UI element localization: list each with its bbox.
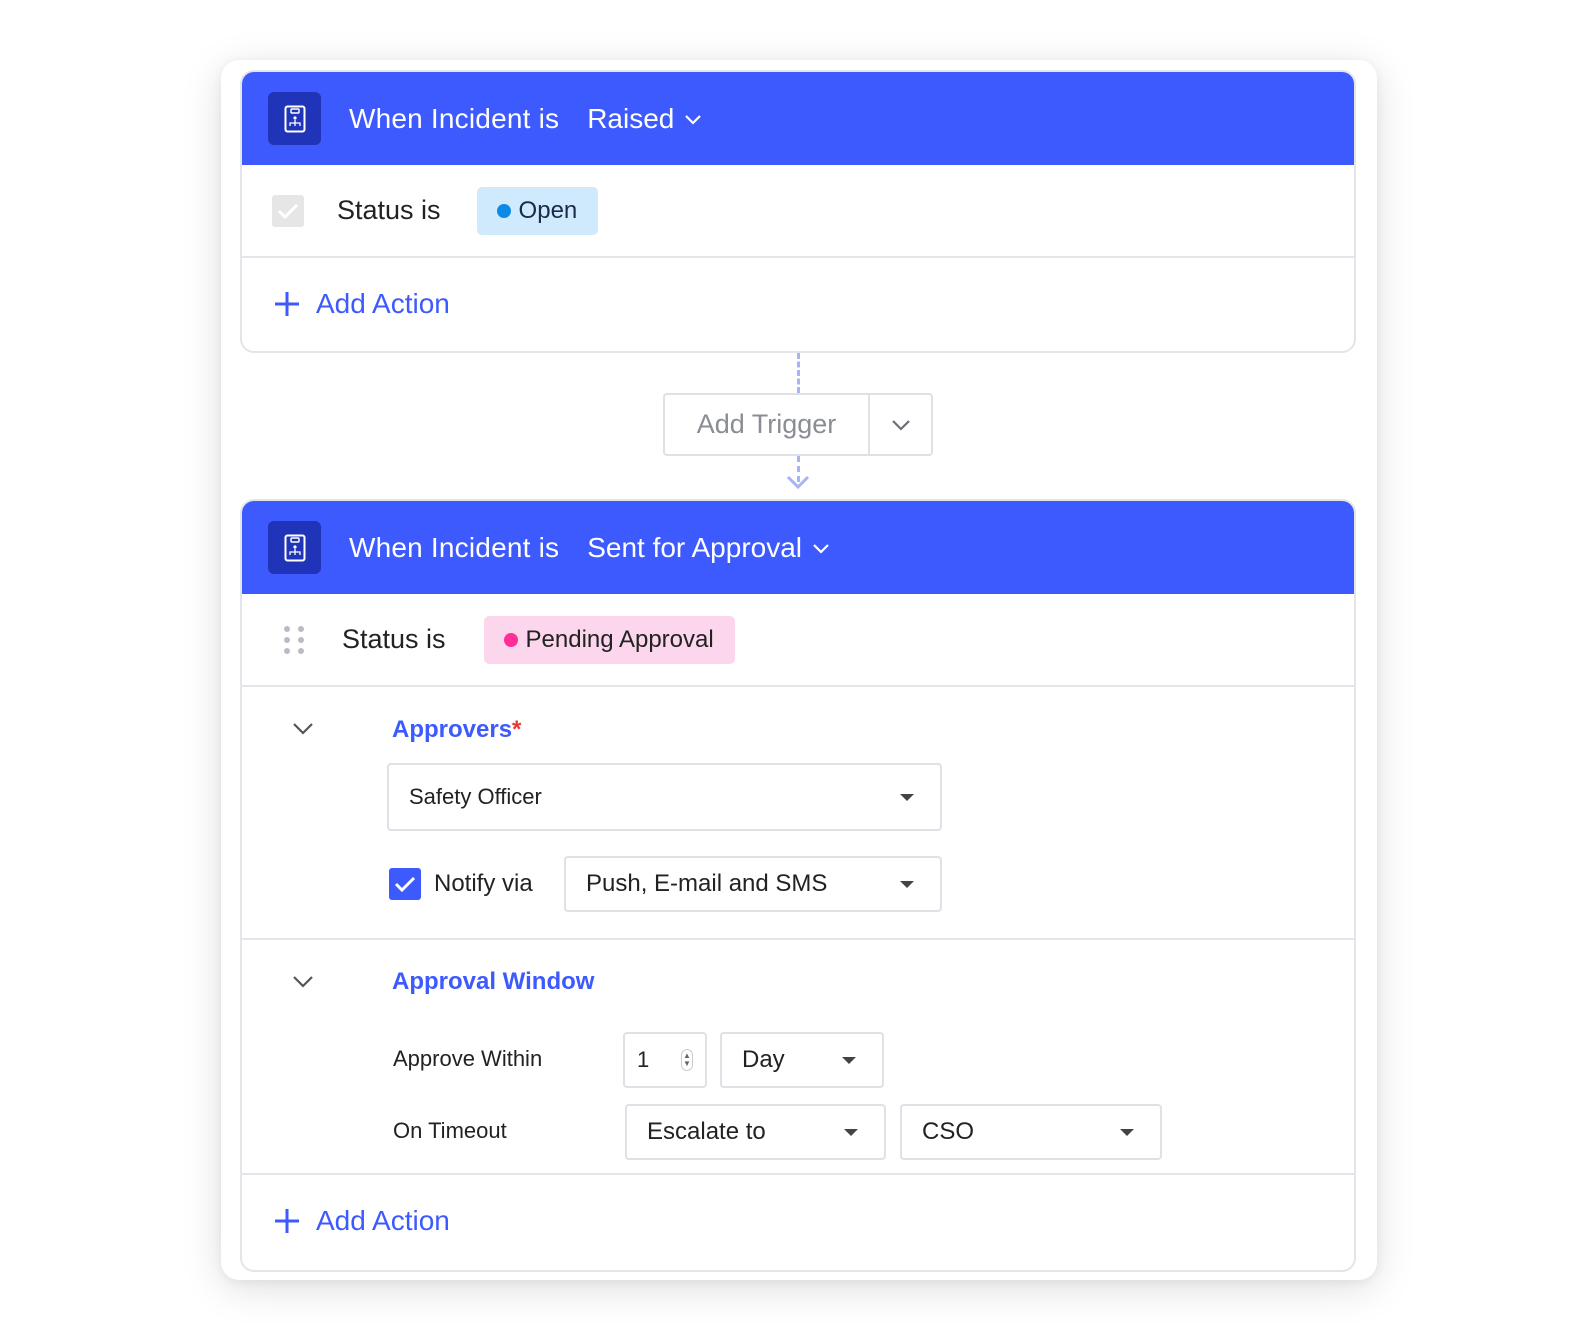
approvers-select[interactable]: Safety Officer: [387, 763, 942, 831]
approvers-title-text: Approvers: [392, 716, 513, 743]
caret-down-icon: [900, 794, 914, 801]
plus-icon: [275, 292, 299, 316]
on-timeout-action-select[interactable]: Escalate to: [625, 1104, 886, 1160]
trigger-header-text: When Incident is: [349, 531, 560, 563]
connector-line: [797, 353, 800, 393]
status-checkbox[interactable]: [272, 194, 304, 227]
trigger-state-value: Sent for Approval: [587, 531, 803, 563]
status-label: Status is: [342, 624, 446, 654]
approval-window-title: Approval Window: [392, 968, 595, 995]
number-spinner-icon[interactable]: ▲ ▼: [681, 1049, 693, 1071]
trigger-header-text: When Incident is: [349, 102, 560, 134]
chevron-down-icon: [685, 114, 702, 125]
caret-down-icon: [1120, 1129, 1134, 1136]
approvers-section: Approvers* Safety Officer Notify via Pus…: [242, 687, 1354, 940]
approvers-select-value: Safety Officer: [409, 784, 542, 809]
chevron-down-icon: [891, 419, 910, 431]
status-condition-row: Status is Pending Approval: [242, 594, 1354, 687]
add-trigger-split-button: Add Trigger: [663, 393, 933, 456]
add-action-label: Add Action: [316, 1205, 450, 1236]
add-trigger-dropdown[interactable]: [870, 395, 931, 454]
notify-checkbox[interactable]: [389, 868, 421, 900]
notify-channel-select[interactable]: Push, E-mail and SMS: [564, 856, 942, 912]
notify-channel-value: Push, E-mail and SMS: [586, 870, 828, 897]
on-timeout-target-value: CSO: [922, 1118, 975, 1145]
incident-document-icon: [268, 521, 321, 574]
trigger-header: When Incident is Sent for Approval: [242, 501, 1354, 594]
check-icon: [277, 203, 299, 219]
notify-label: Notify via: [434, 870, 533, 897]
plus-icon: [275, 1209, 299, 1233]
caret-down-icon: [900, 881, 914, 888]
status-dot-icon: [496, 203, 511, 218]
arrow-down-icon: [786, 475, 810, 490]
approvers-title: Approvers*: [392, 716, 521, 744]
add-action-button[interactable]: Add Action: [242, 1175, 1354, 1267]
status-dot-icon: [503, 632, 518, 647]
add-action-button[interactable]: Add Action: [242, 258, 1354, 350]
trigger-card-raised: When Incident is Raised Status is Open A…: [240, 70, 1356, 353]
status-label: Status is: [337, 195, 441, 225]
status-chip-label: Pending Approval: [525, 625, 714, 653]
add-trigger-button[interactable]: Add Trigger: [665, 395, 870, 454]
trigger-state-value: Raised: [587, 102, 675, 134]
chevron-down-icon[interactable]: [292, 975, 314, 989]
incident-document-icon: [268, 92, 321, 145]
trigger-card-approval: When Incident is Sent for Approval Statu…: [240, 499, 1356, 1272]
approve-within-unit-select[interactable]: Day: [720, 1032, 884, 1088]
approve-within-input[interactable]: 1 ▲ ▼: [623, 1032, 707, 1088]
drag-handle-icon[interactable]: [284, 625, 304, 654]
required-mark: *: [512, 716, 522, 743]
approval-window-section: Approval Window Approve Within 1 ▲ ▼ Day …: [242, 940, 1354, 1175]
trigger-header: When Incident is Raised: [242, 72, 1354, 165]
on-timeout-label: On Timeout: [393, 1118, 507, 1143]
status-condition-row: Status is Open: [242, 165, 1354, 258]
approve-within-label: Approve Within: [393, 1046, 543, 1071]
status-chip-open[interactable]: Open: [476, 186, 599, 235]
trigger-state-dropdown[interactable]: Sent for Approval: [587, 532, 830, 564]
add-action-label: Add Action: [316, 288, 450, 319]
trigger-state-dropdown[interactable]: Raised: [587, 103, 702, 135]
approve-within-value: 1: [637, 1047, 650, 1072]
caret-down-icon: [842, 1057, 856, 1064]
caret-down-icon: [844, 1129, 858, 1136]
chevron-down-icon[interactable]: [292, 722, 314, 736]
status-chip-label: Open: [518, 196, 578, 224]
on-timeout-action-value: Escalate to: [647, 1118, 766, 1145]
check-icon: [394, 876, 416, 893]
on-timeout-target-select[interactable]: CSO: [900, 1104, 1162, 1160]
chevron-down-icon: [813, 543, 829, 554]
status-chip-pending[interactable]: Pending Approval: [483, 615, 735, 664]
approve-within-unit-value: Day: [742, 1046, 785, 1073]
